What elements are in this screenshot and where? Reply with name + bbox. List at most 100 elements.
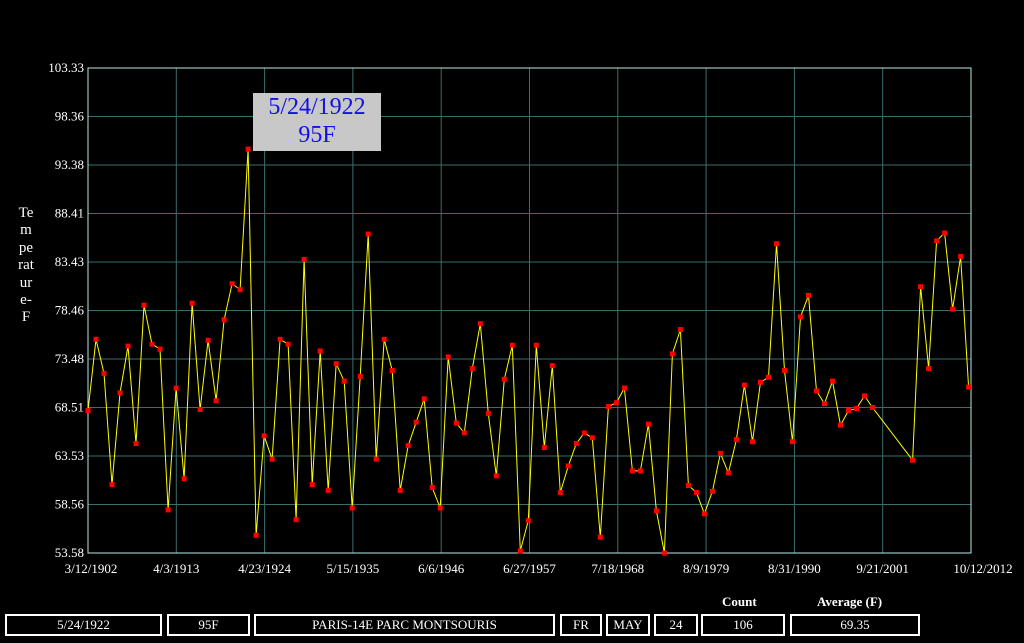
data-point[interactable] (301, 256, 307, 262)
data-point[interactable] (613, 400, 619, 406)
data-point[interactable] (181, 476, 187, 482)
data-point[interactable] (269, 456, 275, 462)
data-point[interactable] (261, 433, 267, 439)
data-point[interactable] (605, 404, 611, 410)
data-point[interactable] (661, 550, 667, 556)
data-point[interactable] (709, 488, 715, 494)
data-point[interactable] (341, 378, 347, 384)
data-point[interactable] (421, 396, 427, 402)
data-point[interactable] (437, 505, 443, 511)
data-point[interactable] (573, 441, 579, 447)
data-point[interactable] (173, 385, 179, 391)
data-point[interactable] (637, 468, 643, 474)
data-point[interactable] (517, 548, 523, 554)
data-point[interactable] (85, 408, 91, 413)
data-point[interactable] (814, 388, 819, 394)
data-point[interactable] (862, 393, 867, 399)
data-point[interactable] (397, 487, 403, 493)
data-point[interactable] (333, 361, 339, 367)
data-point[interactable] (117, 390, 123, 396)
data-point[interactable] (309, 482, 315, 488)
data-point[interactable] (966, 384, 972, 390)
data-point[interactable] (549, 363, 555, 369)
data-point[interactable] (213, 398, 219, 404)
data-point[interactable] (750, 439, 755, 445)
data-point[interactable] (109, 482, 115, 488)
data-point[interactable] (509, 342, 515, 348)
data-point[interactable] (830, 378, 835, 384)
data-point[interactable] (685, 483, 691, 488)
data-point[interactable] (950, 306, 956, 312)
data-point[interactable] (725, 470, 731, 476)
data-point[interactable] (381, 336, 387, 342)
data-point[interactable] (838, 422, 843, 428)
data-point[interactable] (277, 336, 283, 342)
data-point[interactable] (485, 410, 491, 416)
data-point[interactable] (589, 435, 595, 441)
data-point[interactable] (926, 366, 932, 372)
data-point[interactable] (621, 385, 627, 391)
data-point[interactable] (221, 317, 227, 323)
data-point[interactable] (854, 406, 859, 411)
data-point[interactable] (413, 419, 419, 425)
data-point[interactable] (477, 321, 483, 327)
data-point[interactable] (317, 348, 323, 354)
data-point[interactable] (766, 374, 771, 380)
data-point[interactable] (501, 376, 507, 382)
data-point[interactable] (389, 368, 395, 373)
data-point[interactable] (229, 281, 235, 287)
data-point[interactable] (758, 379, 763, 385)
data-point[interactable] (629, 468, 635, 474)
data-point[interactable] (253, 532, 259, 538)
data-point[interactable] (205, 337, 211, 343)
data-point[interactable] (597, 534, 603, 540)
data-point[interactable] (461, 430, 467, 436)
data-point[interactable] (653, 508, 659, 514)
data-point[interactable] (405, 443, 411, 449)
data-point[interactable] (701, 511, 707, 517)
data-point[interactable] (445, 354, 451, 360)
data-point[interactable] (942, 230, 948, 236)
data-point[interactable] (910, 457, 916, 463)
data-point[interactable] (101, 370, 107, 376)
data-point[interactable] (373, 456, 379, 462)
data-point[interactable] (934, 238, 940, 244)
data-point[interactable] (533, 342, 539, 348)
data-point[interactable] (125, 343, 131, 349)
data-point[interactable] (165, 507, 171, 513)
data-point[interactable] (581, 430, 587, 436)
data-point[interactable] (790, 439, 795, 445)
data-point[interactable] (717, 450, 723, 456)
data-point[interactable] (557, 489, 563, 495)
data-point[interactable] (782, 368, 787, 373)
data-point[interactable] (645, 421, 651, 427)
data-point[interactable] (293, 517, 299, 523)
data-point[interactable] (237, 287, 243, 293)
data-point[interactable] (93, 336, 99, 342)
data-point[interactable] (733, 437, 739, 443)
data-point[interactable] (133, 441, 139, 447)
data-point[interactable] (525, 518, 531, 524)
data-point[interactable] (469, 366, 475, 372)
data-point[interactable] (870, 405, 875, 410)
data-point[interactable] (565, 463, 571, 469)
data-point[interactable] (157, 346, 163, 352)
data-point[interactable] (189, 300, 195, 306)
data-point[interactable] (918, 284, 924, 290)
data-point[interactable] (677, 327, 683, 333)
data-point[interactable] (197, 407, 203, 412)
data-point[interactable] (541, 445, 547, 450)
data-point[interactable] (349, 505, 355, 511)
data-point[interactable] (149, 341, 155, 347)
data-point[interactable] (846, 408, 851, 413)
data-point[interactable] (493, 473, 499, 479)
data-point[interactable] (357, 373, 363, 379)
data-point[interactable] (245, 146, 251, 152)
data-point[interactable] (798, 314, 803, 320)
data-point[interactable] (669, 351, 675, 357)
data-point[interactable] (141, 302, 147, 308)
data-point[interactable] (453, 420, 459, 426)
data-point[interactable] (806, 292, 811, 298)
data-point[interactable] (822, 401, 827, 407)
data-point[interactable] (741, 382, 747, 388)
